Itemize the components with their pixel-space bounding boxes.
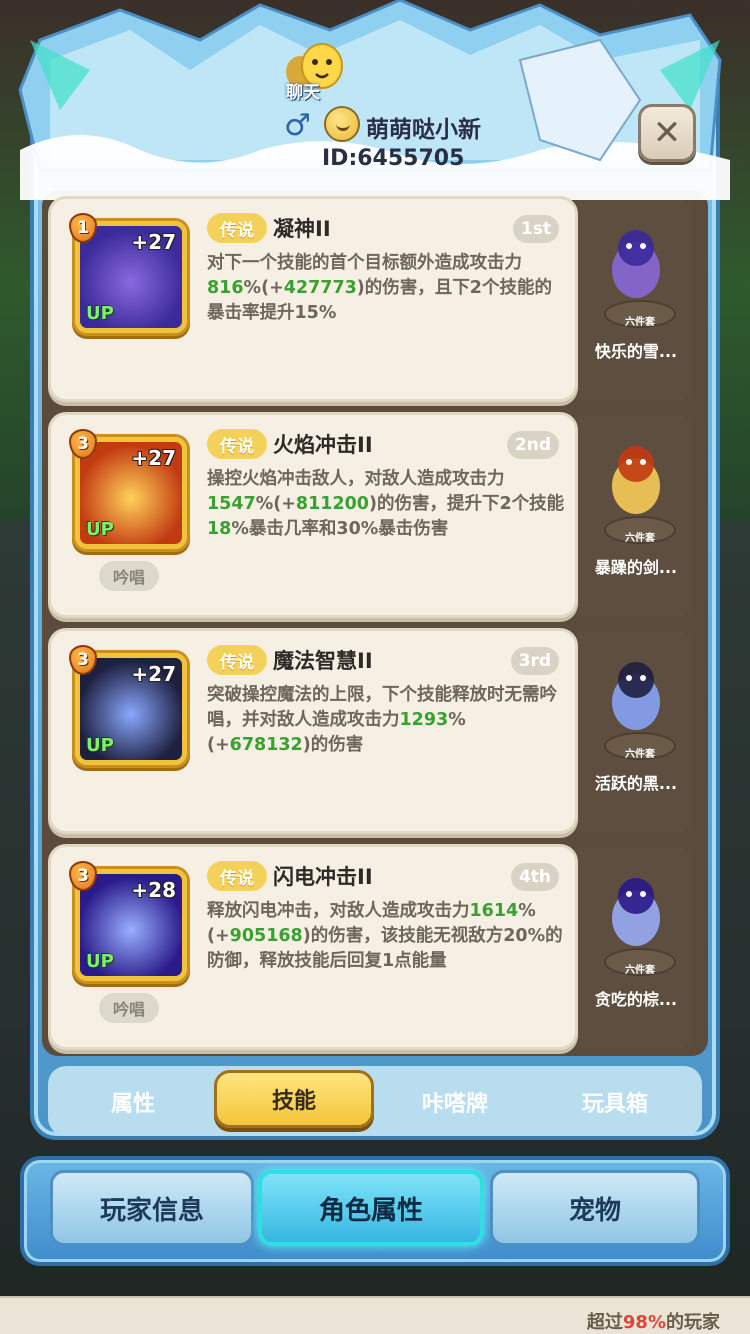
outfit-figure-icon — [612, 878, 660, 946]
skill-desc-part: )的伤害 — [302, 735, 364, 755]
skill-order-tag: 4th — [510, 863, 559, 891]
skill-name: 闪电冲击II — [273, 865, 373, 889]
skill-description: 释放闪电冲击，对敌人造成攻击力1614%(+905168)的伤害，该技能无视敌方… — [207, 899, 565, 974]
skill-card[interactable]: +27 UP 3 吟唱 传说 火焰冲击II 2nd 操控火焰冲击敌人，对敌人造成… — [48, 412, 578, 618]
player-name: 萌萌哒小新 — [366, 117, 481, 143]
skill-desc-part: 427773 — [283, 278, 357, 298]
tab-player-info[interactable]: 玩家信息 — [50, 1170, 254, 1246]
outfit-figure-icon — [612, 446, 660, 514]
skill-desc-part: 突破操控魔法的上限，下个技能释放时无需吟唱，并对敌人造成攻击力 — [207, 685, 557, 730]
legend-tag: 传说 — [207, 429, 267, 459]
outfit-figure-panel[interactable]: 六件套 贪吃的棕... — [578, 848, 692, 1048]
figure-set-tag: 六件套 — [625, 749, 655, 760]
upgrade-indicator: UP — [86, 951, 114, 972]
skill-name: 凝神II — [273, 217, 331, 241]
close-button[interactable]: ✕ — [638, 104, 696, 162]
skill-desc-part: )的伤害，提升下2个技能 — [368, 494, 565, 514]
skill-description: 突破操控魔法的上限，下个技能释放时无需吟唱，并对敌人造成攻击力1293%(+67… — [207, 683, 565, 758]
male-icon: ♂ — [284, 108, 311, 143]
figure-set-tag: 六件套 — [625, 965, 655, 976]
skill-order-tag: 3rd — [510, 647, 559, 675]
skill-name: 火焰冲击II — [273, 433, 373, 457]
upgrade-indicator: UP — [86, 303, 114, 324]
skill-description: 对下一个技能的首个目标额外造成攻击力816%(+427773)的伤害，且下2个技… — [207, 251, 565, 326]
skill-order-tag: 1st — [512, 215, 559, 243]
skill-desc-part: 释放闪电冲击，对敌人造成攻击力 — [207, 901, 470, 921]
chat-label[interactable]: 聊天 — [286, 78, 320, 103]
outfit-figure-panel[interactable]: 六件套 快乐的雪... — [578, 200, 692, 400]
figure-name: 暴躁的剑... — [594, 558, 678, 577]
skill-plus-level: +28 — [131, 878, 176, 902]
chant-tag: 吟唱 — [99, 561, 159, 591]
figure-set-tag: 六件套 — [625, 317, 655, 328]
tab-pets[interactable]: 宠物 — [490, 1170, 700, 1246]
skill-plus-level: +27 — [131, 446, 176, 470]
chant-tag: 吟唱 — [99, 993, 159, 1023]
skill-desc-part: 905168 — [229, 926, 303, 946]
outfit-figure-icon — [612, 230, 660, 298]
outfit-figure-panel[interactable]: 六件套 暴躁的剑... — [578, 416, 692, 616]
rank-text: 超过98%的玩家 — [586, 1312, 720, 1333]
skill-desc-part: 对下一个技能的首个目标额外造成攻击力 — [207, 253, 522, 273]
outfit-figure-panel[interactable]: 六件套 活跃的黑... — [578, 632, 692, 832]
skill-description: 操控火焰冲击敌人，对敌人造成攻击力 1547%(+811200)的伤害，提升下2个… — [207, 467, 565, 542]
skill-card[interactable]: +27 UP 1 传说 凝神II 1st 对下一个技能的首个目标额外造成攻击力8… — [48, 196, 578, 402]
figure-name: 活跃的黑... — [594, 774, 678, 793]
tab-attributes[interactable]: 属性 — [58, 1082, 208, 1122]
legend-tag: 传说 — [207, 213, 267, 243]
skill-desc-part: %暴击几率和30%暴击伤害 — [231, 519, 449, 539]
outfit-figure-icon — [612, 662, 660, 730]
skill-desc-part: 18 — [207, 519, 232, 539]
figure-set-tag: 六件套 — [625, 533, 655, 544]
figure-name: 快乐的雪... — [594, 342, 678, 361]
upgrade-indicator: UP — [86, 735, 114, 756]
skill-desc-part: %(+ — [243, 278, 284, 298]
skill-desc-part: 操控火焰冲击敌人，对敌人造成攻击力 — [207, 469, 505, 489]
skill-desc-part: %(+ — [255, 494, 296, 514]
skill-desc-part: 811200 — [295, 494, 369, 514]
skill-desc-part: 1547 — [207, 494, 256, 514]
tab-cards[interactable]: 咔嗒牌 — [380, 1082, 530, 1122]
upgrade-indicator: UP — [86, 519, 114, 540]
skill-plus-level: +27 — [131, 662, 176, 686]
skill-desc-part: 678132 — [229, 735, 303, 755]
figure-name: 贪吃的棕... — [594, 990, 678, 1009]
ice-header-decoration — [18, 0, 730, 200]
skill-plus-level: +27 — [131, 230, 176, 254]
player-id: ID:6455705 — [322, 146, 465, 171]
skill-card[interactable]: +28 UP 3 吟唱 传说 闪电冲击II 4th 释放闪电冲击，对敌人造成攻击… — [48, 844, 578, 1050]
skill-name: 魔法智慧II — [273, 649, 373, 673]
tab-skills[interactable]: 技能 — [214, 1070, 374, 1128]
legend-tag: 传说 — [207, 645, 267, 675]
tab-toybox[interactable]: 玩具箱 — [540, 1082, 690, 1122]
player-avatar[interactable] — [324, 106, 360, 142]
skill-desc-part: 816 — [207, 278, 244, 298]
skill-desc-part: 1614 — [469, 901, 519, 921]
skill-order-tag: 2nd — [506, 431, 559, 459]
tab-character-attributes[interactable]: 角色属性 — [258, 1170, 484, 1246]
legend-tag: 传说 — [207, 861, 267, 891]
skill-card[interactable]: +27 UP 3 传说 魔法智慧II 3rd 突破操控魔法的上限，下个技能释放时… — [48, 628, 578, 834]
close-icon: ✕ — [652, 113, 682, 153]
skill-desc-part: 1293 — [399, 710, 449, 730]
